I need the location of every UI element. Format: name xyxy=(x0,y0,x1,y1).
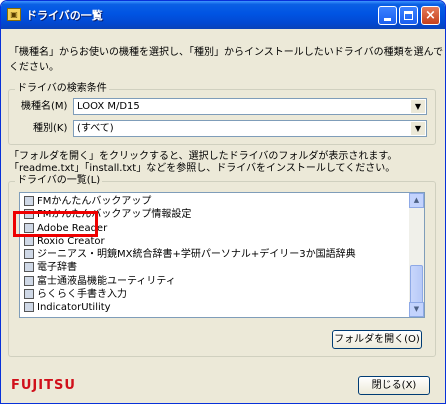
search-conditions-legend: ドライバの検索条件 xyxy=(15,83,109,95)
folder-app-icon: ▣ xyxy=(7,8,21,21)
minimize-icon xyxy=(384,18,391,21)
instruction-text: 「機種名」からお使いの機種を選択し、「種別」からインストールしたいドライバの種類… xyxy=(9,47,444,73)
scroll-up-arrow-icon[interactable]: ▲ xyxy=(409,193,424,208)
driver-list-legend: ドライバの一覧(L) xyxy=(15,175,103,187)
list-scrollbar[interactable]: ▲ ▼ xyxy=(409,193,424,317)
open-folder-button[interactable]: フォルダを開く(O) xyxy=(332,330,422,349)
driver-list-group: ドライバの一覧(L) FMかんたんバックアップ FMかんたんバックアップ情報設定… xyxy=(8,175,436,357)
title-bar[interactable]: ▣ ドライバの一覧 × xyxy=(1,1,445,29)
list-item[interactable]: 富士通液晶機能ユーティリティ xyxy=(24,275,176,288)
model-dropdown-arrow-icon[interactable]: ▼ xyxy=(411,100,425,113)
driver-folder-icon xyxy=(24,249,34,259)
minimize-button[interactable] xyxy=(378,6,397,25)
search-conditions-group: ドライバの検索条件 機種名(M) LOOX M/D15 ▼ 種別(K) (すべて… xyxy=(8,83,436,145)
close-icon: × xyxy=(425,8,436,23)
type-select[interactable]: (すべて) ▼ xyxy=(73,120,427,137)
adobe-reader-highlight-box xyxy=(13,211,98,237)
driver-folder-icon xyxy=(24,196,34,206)
type-label: 種別(K) xyxy=(33,123,68,134)
driver-folder-icon xyxy=(24,236,34,246)
list-item[interactable]: ジーニアス・明鏡MX統合辞書+学研パーソナル+デイリー3か国語辞典 xyxy=(24,248,356,261)
list-item[interactable]: IndicatorUtility xyxy=(24,301,111,314)
list-item[interactable]: らくらく手書き入力 xyxy=(24,288,127,301)
list-item[interactable]: FMかんたんバックアップ xyxy=(24,195,151,208)
model-select[interactable]: LOOX M/D15 ▼ xyxy=(73,98,427,115)
close-window-button[interactable]: × xyxy=(421,6,440,25)
driver-list-window: ▣ ドライバの一覧 × 「機種名」からお使いの機種を選択し、「種別」からインスト… xyxy=(0,0,446,404)
maximize-button[interactable] xyxy=(399,6,418,25)
driver-folder-icon xyxy=(24,276,34,286)
scrollbar-thumb[interactable] xyxy=(410,265,423,307)
scroll-down-arrow-icon[interactable]: ▼ xyxy=(409,302,424,317)
close-button[interactable]: 閉じる(X) xyxy=(358,376,430,395)
driver-folder-icon xyxy=(24,302,34,312)
type-dropdown-arrow-icon[interactable]: ▼ xyxy=(411,122,425,135)
model-select-value: LOOX M/D15 xyxy=(77,101,140,112)
note-line-1: 「フォルダを開く」をクリックすると、選択したドライバのフォルダが表示されます。 xyxy=(9,151,398,162)
fujitsu-logo: FUJITSU xyxy=(11,378,76,393)
maximize-icon xyxy=(404,11,413,20)
driver-folder-icon xyxy=(24,262,34,272)
type-select-value: (すべて) xyxy=(77,123,114,134)
note-line-2: 「readme.txt」「install.txt」などを参照し、ドライバをインス… xyxy=(9,163,396,174)
model-label: 機種名(M) xyxy=(21,101,68,112)
list-item[interactable]: 電子辞書 xyxy=(24,261,77,274)
window-title: ドライバの一覧 xyxy=(26,9,103,22)
driver-folder-icon xyxy=(24,289,34,299)
